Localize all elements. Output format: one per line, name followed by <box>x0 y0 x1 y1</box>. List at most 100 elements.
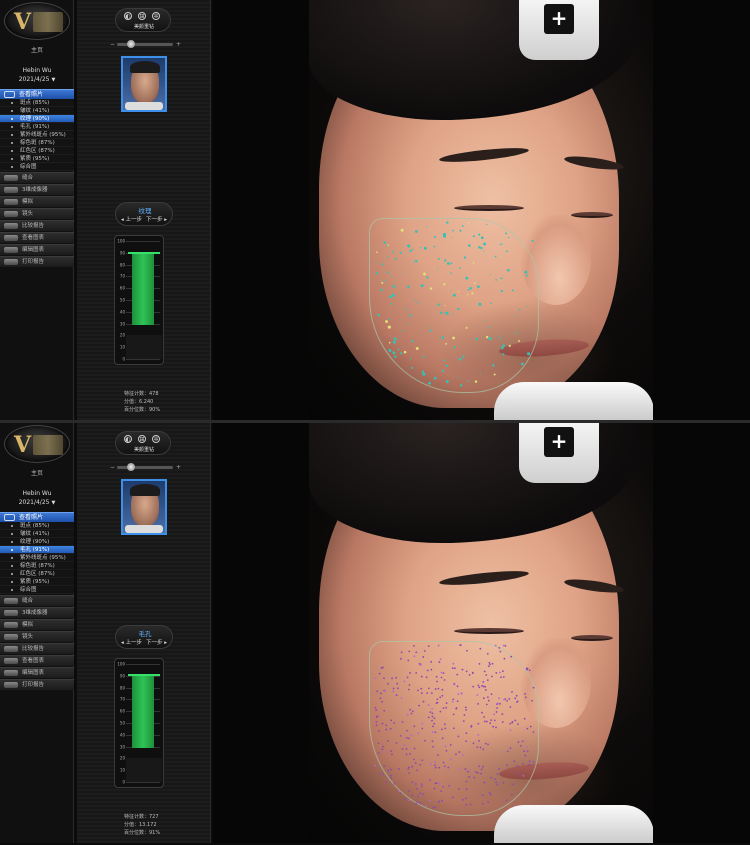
feature-dot <box>434 761 437 764</box>
analysis-item[interactable]: 综合图 <box>0 163 74 171</box>
half-face-icon[interactable]: ◐ <box>124 12 132 20</box>
feature-dot <box>440 671 443 674</box>
tool-button[interactable]: 模拟 <box>0 196 74 207</box>
home-link[interactable]: 主页 <box>0 45 74 54</box>
stat-line: 分值：13.172 <box>124 822 157 828</box>
zoom-in-label: + <box>176 41 182 48</box>
next-button[interactable]: 下一步 ▸ <box>146 638 167 646</box>
analysis-item[interactable]: 纹理 (90%) <box>0 115 74 123</box>
logo[interactable]: V <box>4 2 70 40</box>
session-date-select[interactable]: 2021/4/25 ▼ <box>0 76 74 83</box>
tool-button[interactable]: 比较报告 <box>0 643 74 654</box>
face-thumbnail[interactable] <box>121 479 167 535</box>
tool-button[interactable]: 查看图表 <box>0 232 74 243</box>
feature-dot <box>441 336 444 339</box>
tool-button[interactable]: 3维成像器 <box>0 184 74 195</box>
section-view-photos[interactable]: 查看照片 <box>0 512 74 522</box>
feature-dot <box>421 727 424 730</box>
feature-dot <box>452 713 455 716</box>
tool-label: 比较报告 <box>22 223 45 229</box>
feature-dot <box>452 236 454 238</box>
face-photo[interactable]: + <box>309 0 653 420</box>
logo[interactable]: V <box>4 425 70 463</box>
feature-dot <box>417 689 419 692</box>
feature-dot <box>486 679 489 681</box>
feature-dot <box>454 667 456 670</box>
face-thumbnail[interactable] <box>121 56 167 112</box>
analysis-item[interactable]: 红色区 (87%) <box>0 570 74 578</box>
tool-button[interactable]: 镜头 <box>0 208 74 219</box>
prev-label: 上一步 <box>125 217 143 223</box>
feature-dot <box>470 725 473 728</box>
tool-button[interactable]: 镜头 <box>0 631 74 642</box>
analysis-item[interactable]: 棕色斑 (87%) <box>0 139 74 147</box>
settings-icon[interactable]: ✲ <box>152 12 160 20</box>
feature-dot <box>433 722 436 725</box>
feature-dot <box>478 233 481 236</box>
tool-button[interactable]: 编辑图表 <box>0 244 74 255</box>
feature-dot <box>517 741 520 744</box>
zoom-slider[interactable] <box>117 466 173 469</box>
feature-dot <box>444 745 447 748</box>
feature-dot <box>378 672 381 675</box>
half-face-icon[interactable]: ◐ <box>124 435 132 443</box>
section-label: 查看照片 <box>19 514 44 521</box>
next-button[interactable]: 下一步 ▸ <box>146 215 167 223</box>
feature-dot <box>422 372 426 376</box>
logo-letter: V <box>14 432 32 458</box>
feature-dot <box>526 746 529 749</box>
tool-button[interactable]: 缝合 <box>0 172 74 183</box>
prev-button[interactable]: ◂ 上一步 <box>121 638 142 646</box>
analysis-item[interactable]: 紫外线斑点 (95%) <box>0 131 74 139</box>
zoom-slider-handle[interactable] <box>127 40 135 48</box>
analysis-item[interactable]: 紫质 (95%) <box>0 155 74 163</box>
analysis-item[interactable]: 棕色斑 (87%) <box>0 562 74 570</box>
grid-icon[interactable]: ⊞ <box>138 435 146 443</box>
analysis-item[interactable]: 皱纹 (41%) <box>0 107 74 115</box>
analysis-item[interactable]: 斑点 (85%) <box>0 99 74 107</box>
tool-button[interactable]: 模拟 <box>0 619 74 630</box>
feature-dot <box>444 312 446 314</box>
zoom-slider-handle[interactable] <box>127 463 135 471</box>
tool-button[interactable]: 打印报告 <box>0 679 74 690</box>
feature-dot <box>526 306 529 308</box>
zoom-slider[interactable] <box>117 43 173 46</box>
home-link[interactable]: 主页 <box>0 468 74 477</box>
feature-dot <box>489 722 492 725</box>
grid-icon[interactable]: ⊞ <box>138 12 146 20</box>
feature-dot <box>412 758 415 761</box>
tool-button[interactable]: 3维成像器 <box>0 607 74 618</box>
bullet-icon <box>11 118 13 120</box>
tool-button[interactable]: 缝合 <box>0 595 74 606</box>
prev-button[interactable]: ◂ 上一步 <box>121 215 142 223</box>
analysis-item[interactable]: 斑点 (85%) <box>0 522 74 530</box>
analysis-item[interactable]: 皱纹 (41%) <box>0 530 74 538</box>
tool-icon <box>4 646 18 652</box>
feature-dot <box>380 288 383 292</box>
feature-dot <box>494 644 497 647</box>
next-label: 下一步 <box>145 640 163 646</box>
feature-dot <box>421 370 425 373</box>
feature-dot <box>463 256 467 259</box>
tool-button[interactable]: 编辑图表 <box>0 667 74 678</box>
analysis-item[interactable]: 毛孔 (91%) <box>0 123 74 131</box>
feature-dot <box>407 688 410 691</box>
settings-icon[interactable]: ✲ <box>152 435 160 443</box>
analysis-item[interactable]: 紫外线斑点 (95%) <box>0 554 74 562</box>
tool-button[interactable]: 打印报告 <box>0 256 74 267</box>
section-view-photos[interactable]: 查看照片 <box>0 89 74 99</box>
analysis-item[interactable]: 紫质 (95%) <box>0 578 74 586</box>
feature-dot <box>532 760 535 763</box>
tool-button[interactable]: 比较报告 <box>0 220 74 231</box>
analysis-item[interactable]: 红色区 (87%) <box>0 147 74 155</box>
analysis-item[interactable]: 毛孔 (91%) <box>0 546 74 554</box>
tool-button[interactable]: 查看图表 <box>0 655 74 666</box>
face-photo[interactable]: + <box>309 423 653 843</box>
feature-dot <box>499 337 502 340</box>
analysis-item[interactable]: 纹理 (90%) <box>0 538 74 546</box>
analysis-item[interactable]: 综合图 <box>0 586 74 594</box>
feature-dot <box>489 274 491 276</box>
session-date-select[interactable]: 2021/4/25 ▼ <box>0 499 74 506</box>
feature-dot <box>507 236 510 239</box>
feature-dot <box>495 671 498 674</box>
